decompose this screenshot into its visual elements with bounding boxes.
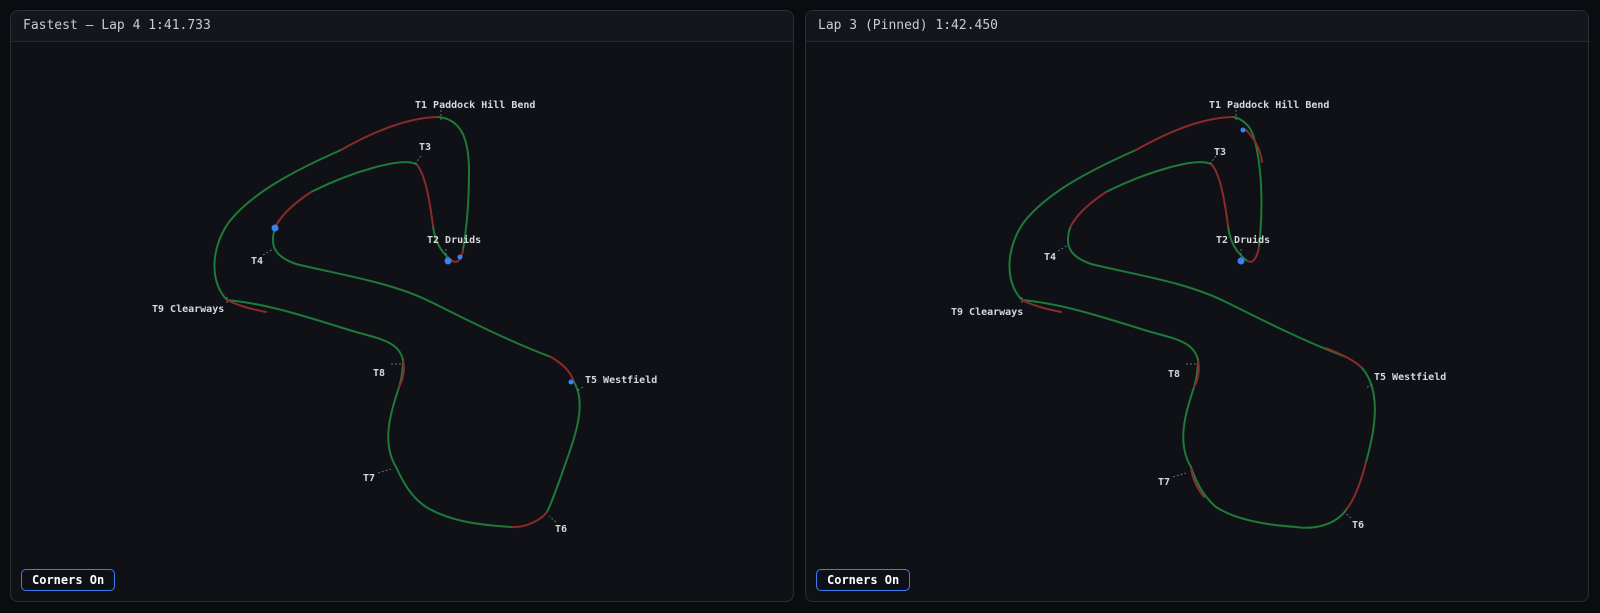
track-line xyxy=(1008,116,1376,529)
marker-dot xyxy=(444,257,452,265)
corner-label-t2: T2 Druids xyxy=(427,234,481,246)
corner-label-t1: T1 Paddock Hill Bend xyxy=(1209,99,1329,111)
corner-label-t6: T6 xyxy=(555,524,567,535)
corner-labels: T1 Paddock Hill Bend T2 Druids T3 T4 T5 … xyxy=(951,99,1446,531)
corner-label-t8: T8 xyxy=(373,368,385,379)
marker-dot xyxy=(1240,127,1246,133)
corner-label-t6: T6 xyxy=(1352,520,1364,531)
corner-label-t5: T5 Westfield xyxy=(585,374,657,386)
position-markers xyxy=(271,224,574,385)
corner-label-t9: T9 Clearways xyxy=(152,304,224,315)
marker-dot xyxy=(457,254,463,260)
corner-label-t5: T5 Westfield xyxy=(1374,371,1446,383)
marker-dot xyxy=(1237,257,1245,265)
corner-label-t3: T3 xyxy=(419,142,431,153)
corners-toggle-button[interactable]: Corners On xyxy=(21,569,116,591)
corner-label-t7: T7 xyxy=(363,473,375,484)
track-map[interactable]: T1 Paddock Hill Bend T2 Druids T3 T4 T5 … xyxy=(11,42,793,562)
corner-label-t8: T8 xyxy=(1168,369,1180,380)
panel-title: Fastest — Lap 4 1:41.733 xyxy=(11,11,793,42)
corner-label-t3: T3 xyxy=(1214,147,1226,158)
track-line xyxy=(213,116,581,529)
corner-label-t9: T9 Clearways xyxy=(951,307,1023,318)
corner-leaders xyxy=(226,110,584,523)
marker-dot xyxy=(568,379,574,385)
corner-label-t4: T4 xyxy=(1044,252,1056,263)
track-map-panel-fastest: Fastest — Lap 4 1:41.733 T1 Paddock Hill… xyxy=(10,10,794,602)
corners-toggle-button[interactable]: Corners On xyxy=(816,569,911,591)
track-map[interactable]: T1 Paddock Hill Bend T2 Druids T3 T4 T5 … xyxy=(806,42,1588,562)
marker-dot xyxy=(271,224,279,232)
corner-labels: T1 Paddock Hill Bend T2 Druids T3 T4 T5 … xyxy=(152,99,657,535)
corner-label-t1: T1 Paddock Hill Bend xyxy=(415,99,535,111)
corner-label-t4: T4 xyxy=(251,256,263,267)
panel-title: Lap 3 (Pinned) 1:42.450 xyxy=(806,11,1588,42)
corner-label-t2: T2 Druids xyxy=(1216,234,1270,246)
track-map-panel-pinned: Lap 3 (Pinned) 1:42.450 T1 Paddock Hill … xyxy=(805,10,1589,602)
corner-leaders xyxy=(1021,110,1373,519)
corner-label-t7: T7 xyxy=(1158,477,1170,488)
